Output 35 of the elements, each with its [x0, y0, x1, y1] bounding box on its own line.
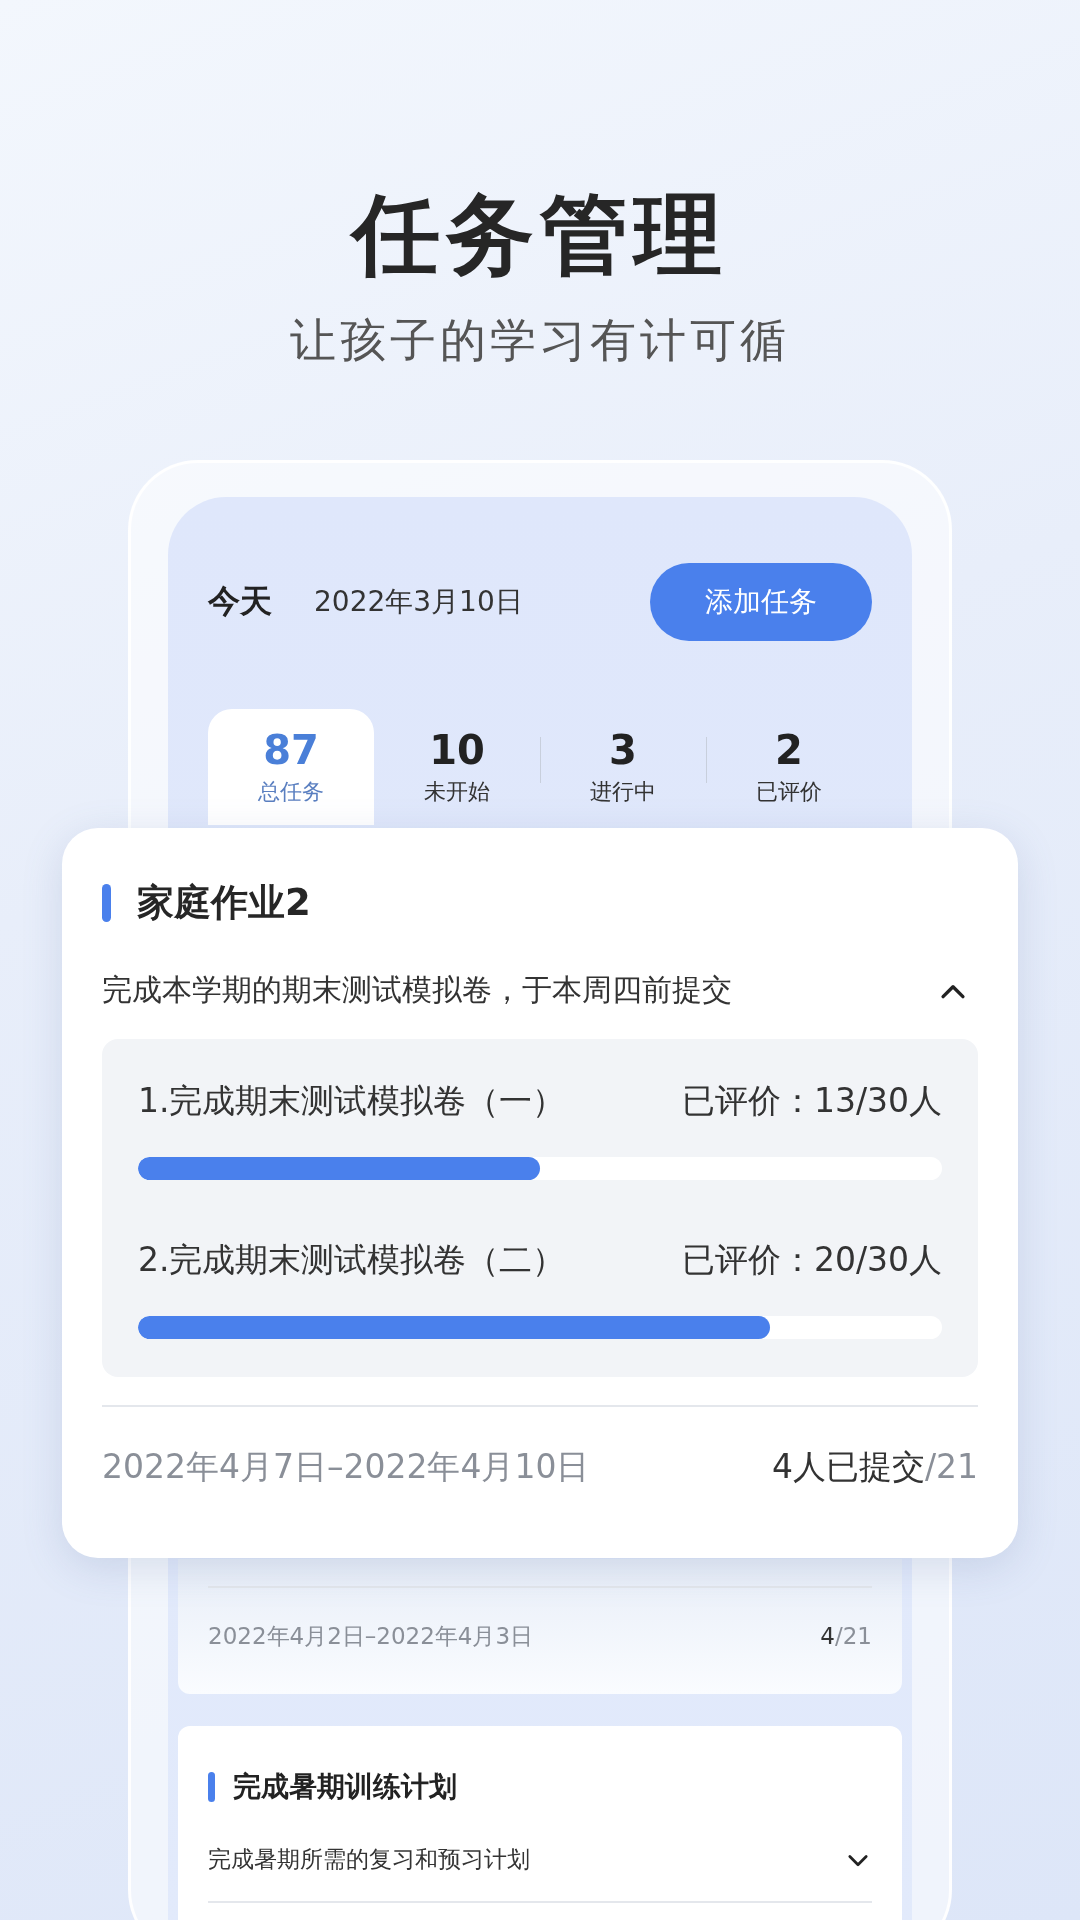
stat-tab[interactable]: 10 未开始: [374, 709, 540, 825]
subtask-name: 1.完成期末测试模拟卷（一）: [138, 1080, 566, 1122]
accent-bar: [208, 1772, 215, 1802]
task-card[interactable]: 2022年4月2日–2022年4月3日 4/21: [178, 1559, 902, 1694]
total-count: /21: [835, 1623, 872, 1649]
task-description: 完成暑期所需的复习和预习计划: [208, 1845, 530, 1874]
stat-tab[interactable]: 3 进行中: [540, 709, 706, 825]
stat-value: 2: [775, 727, 803, 773]
review-count: 已评价：13/30人: [681, 1080, 942, 1122]
today-label: 今天: [208, 581, 272, 622]
accent-bar: [102, 884, 111, 922]
date-text: 2022年3月10日: [314, 584, 523, 620]
date-range: 2022年4月2日–2022年4月3日: [208, 1621, 534, 1651]
submitted-count: 4: [820, 1623, 835, 1649]
stat-label: 未开始: [424, 778, 490, 806]
date-range: 2022年4月7日–2022年4月10日: [102, 1445, 590, 1488]
stat-tab[interactable]: 87 总任务: [208, 709, 374, 825]
stat-label: 进行中: [590, 778, 656, 806]
total-count: /21: [924, 1446, 978, 1486]
stat-value: 3: [609, 727, 637, 773]
stat-tab[interactable]: 2 已评价: [706, 709, 872, 825]
stat-value: 87: [263, 727, 319, 773]
submitted-count: 4人已提交: [771, 1446, 925, 1486]
task-card[interactable]: 家庭作业2 完成本学期的期末测试模拟卷，于本周四前提交 1.完成期末测试模拟卷（一） 已评价：13/30人 2.完成期末测试模拟卷（二） 已评价：20/30人 2022年4月7日–2022年4月10日 4人已提交/21: [62, 828, 1018, 1558]
task-description: 完成本学期的期末测试模拟卷，于本周四前提交: [102, 971, 732, 1009]
review-count: 已评价：20/30人: [681, 1239, 942, 1281]
add-task-button[interactable]: 添加任务: [650, 563, 872, 641]
task-card[interactable]: 完成暑期训练计划 完成暑期所需的复习和预习计划: [178, 1726, 902, 1920]
subtask-name: 2.完成期末测试模拟卷（二）: [138, 1239, 566, 1281]
subheadline: 让孩子的学习有计可循: [290, 312, 790, 369]
stat-value: 10: [429, 727, 485, 773]
stat-label: 总任务: [258, 778, 324, 806]
stat-label: 已评价: [756, 778, 822, 806]
task-title: 家庭作业2: [137, 880, 311, 926]
task-title: 完成暑期训练计划: [233, 1769, 457, 1805]
